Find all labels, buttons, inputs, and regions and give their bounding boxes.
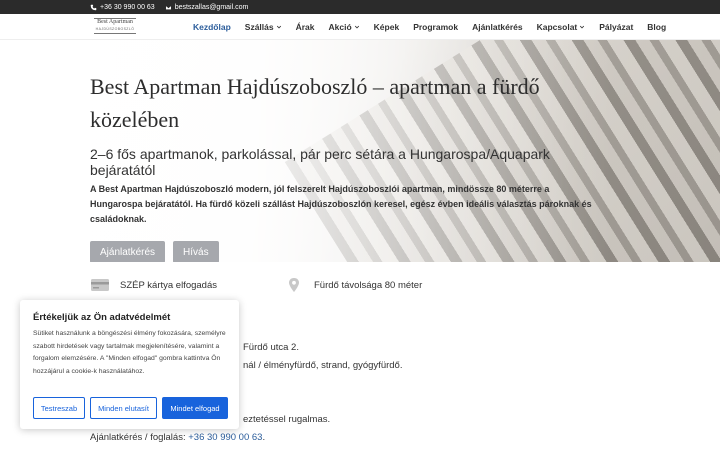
cookie-consent-banner: Értékeljük az Ön adatvédelmét Sütiket ha… [20, 300, 239, 429]
main-nav: Kezdőlap Szállás Árak Akció Képek Progra… [193, 14, 680, 40]
nav-item-kepek[interactable]: Képek [374, 22, 400, 32]
customize-button[interactable]: Testreszab [33, 397, 85, 419]
booking-phone-link[interactable]: +36 30 990 00 63 [188, 432, 262, 443]
nav-label: Blog [647, 22, 667, 32]
location-pin-icon [289, 278, 299, 292]
chevron-down-icon [276, 25, 281, 29]
site-logo[interactable]: Best Apartman HAJDÚSZOBOSZLÓ [94, 18, 136, 34]
feature-bath-distance: Fürdő távolsága 80 méter [284, 277, 422, 293]
nav-label: Ajánlatkérés [472, 22, 523, 32]
nav-label: Képek [373, 22, 400, 32]
nav-item-ajanlatkeres[interactable]: Ajánlatkérés [472, 22, 523, 32]
nav-label: Szállás [244, 22, 274, 32]
hero-content: Best Apartman Hajdúszoboszló – apartman … [90, 70, 610, 262]
booking-line: Ajánlatkérés / foglalás: +36 30 990 00 6… [90, 432, 265, 443]
reject-all-button[interactable]: Minden elutasít [90, 397, 157, 419]
nav-item-akcio[interactable]: Akció [329, 22, 360, 32]
nav-item-arak[interactable]: Árak [296, 22, 315, 32]
cookie-text: Sütiket használunk a böngészési élmény f… [33, 330, 226, 375]
logo-line1: Best Apartman [97, 19, 133, 25]
nav-label: Kezdőlap [193, 22, 231, 32]
nav-label: Kapcsolat [536, 22, 578, 32]
nav-label: Árak [295, 22, 315, 32]
feature-label: Fürdő távolsága 80 méter [314, 279, 423, 291]
envelope-icon [165, 4, 172, 10]
cookie-actions: Testreszab Minden elutasít Mindet elfoga… [33, 397, 228, 419]
site-header: Best Apartman HAJDÚSZOBOSZLÓ Kezdőlap Sz… [0, 14, 720, 40]
amenities-text: nál / élményfürdő, strand, gyógyfürdő. [243, 360, 403, 371]
nav-item-kezdolap[interactable]: Kezdőlap [193, 22, 231, 32]
topbar-phone[interactable]: +36 30 990 00 63 [90, 4, 155, 11]
nav-item-szallas[interactable]: Szállás [245, 22, 282, 32]
flexibility-text: eztetéssel rugalmas. [243, 414, 331, 425]
hero-title: Best Apartman Hajdúszoboszló – apartman … [90, 74, 540, 132]
topbar-phone-text: +36 30 990 00 63 [100, 3, 155, 11]
phone-icon [90, 4, 97, 10]
cookie-title: Értékeljük az Ön adatvédelmét [33, 312, 171, 323]
nav-label: Akció [328, 22, 352, 32]
hero-buttons: Ajánlatkérés Hívás [90, 241, 610, 262]
accept-all-button[interactable]: Mindet elfogad [162, 397, 228, 419]
chevron-down-icon [580, 25, 585, 29]
nav-item-palyazat[interactable]: Pályázat [599, 22, 633, 32]
quote-request-button[interactable]: Ajánlatkérés [90, 241, 166, 262]
logo-line2: HAJDÚSZOBOSZLÓ [95, 27, 135, 31]
topbar-email-text: bestszallas@gmail.com [174, 3, 249, 11]
booking-suffix: . [262, 432, 266, 443]
call-button[interactable]: Hívás [173, 241, 219, 262]
booking-prefix: Ajánlatkérés / foglalás: [90, 432, 189, 443]
address-text: Fürdő utca 2. [243, 342, 299, 353]
hero-subtitle: 2–6 fős apartmanok, parkolással, pár per… [90, 146, 550, 178]
nav-label: Programok [413, 22, 459, 32]
top-bar: +36 30 990 00 63 bestszallas@gmail.com [0, 0, 720, 14]
feature-label: SZÉP kártya elfogadás [120, 279, 217, 291]
hero-description: A Best Apartman Hajdúszoboszló modern, j… [90, 184, 592, 224]
nav-item-programok[interactable]: Programok [413, 22, 458, 32]
hero-section: Best Apartman Hajdúszoboszló – apartman … [0, 40, 720, 262]
nav-item-kapcsolat[interactable]: Kapcsolat [537, 22, 586, 32]
nav-label: Pályázat [599, 22, 634, 32]
credit-card-icon [91, 279, 109, 291]
nav-item-blog[interactable]: Blog [647, 22, 666, 32]
feature-szep-card: SZÉP kártya elfogadás [90, 277, 217, 293]
chevron-down-icon [354, 25, 359, 29]
topbar-email[interactable]: bestszallas@gmail.com [165, 3, 249, 11]
